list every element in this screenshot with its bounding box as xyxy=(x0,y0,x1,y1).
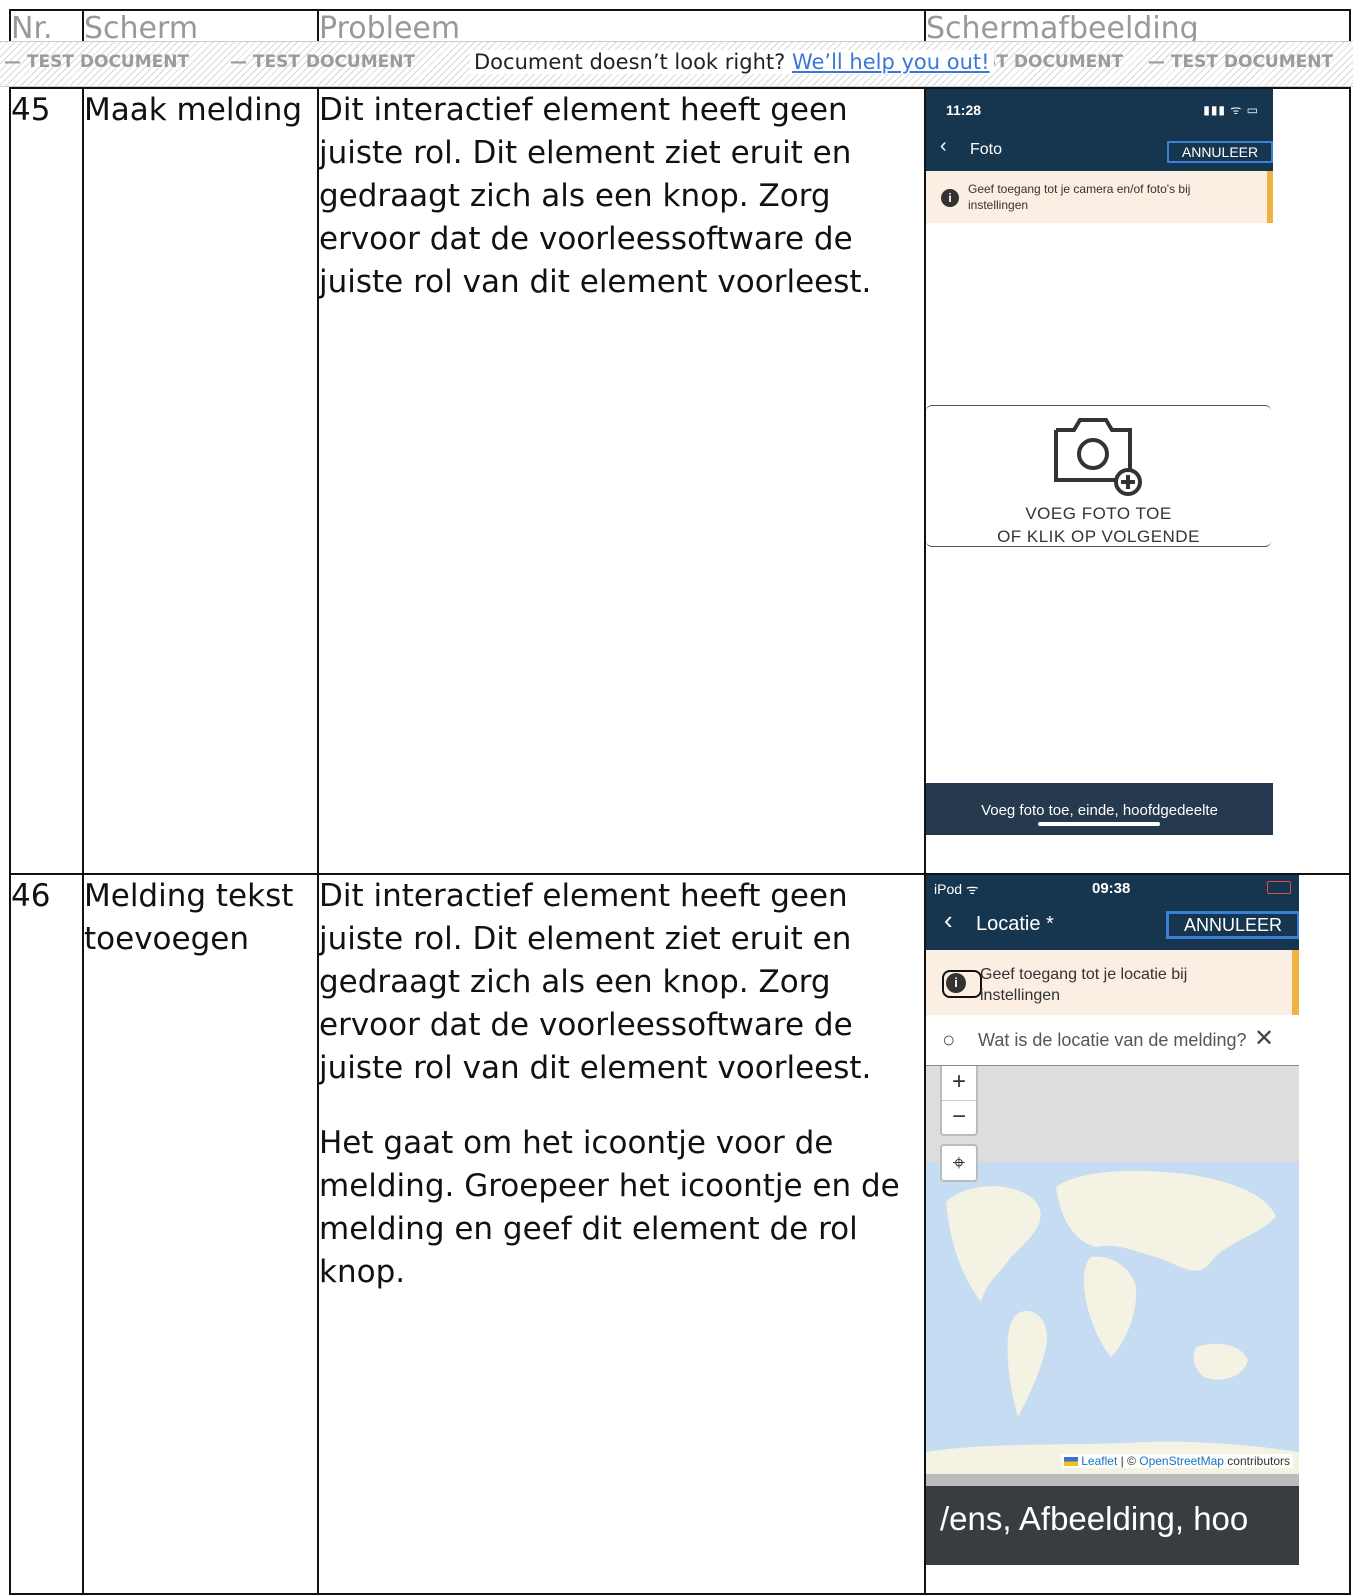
info-icon: i xyxy=(941,189,959,207)
osm-link: OpenStreetMap xyxy=(1139,1454,1224,1468)
watermark-label: — TEST DOCUMENT xyxy=(1148,52,1334,72)
leaflet-link: Leaflet xyxy=(1081,1454,1118,1468)
cancel-button: ANNULEER xyxy=(1167,141,1273,163)
screen-title: Locatie * xyxy=(976,913,1054,935)
watermark-help: Document doesn’t look right? We’ll help … xyxy=(470,50,994,74)
notice-text: Geef toegang tot je camera en/of foto's … xyxy=(968,182,1191,212)
chevron-left-icon: ‹ xyxy=(944,905,953,935)
row-problem: Dit interactief element heeft geen juist… xyxy=(317,873,926,1595)
info-icon: i xyxy=(942,970,982,998)
watermark-label: — TEST DOCUMENT xyxy=(4,52,190,72)
permission-notice: i Geef toegang tot je locatie bij instel… xyxy=(926,950,1299,1015)
status-time: 11:28 xyxy=(946,102,982,118)
map-tile-gray xyxy=(926,1066,1299,1162)
crosshair-icon: ⌖ xyxy=(940,1144,978,1182)
voiceover-caption: /ens, Afbeelding, hoo xyxy=(926,1486,1299,1565)
app-header: iPod ᯤ 09:38 ‹ Locatie * ANNULEER xyxy=(926,875,1299,950)
voiceover-caption: Voeg foto toe, einde, hoofdgedeelte xyxy=(926,783,1273,835)
add-photo-area: VOEG FOTO TOE OF KLIK OP VOLGENDE xyxy=(926,405,1271,547)
row-screenshot: 11:28 ▮▮▮ ᯤ ▭ ‹ Foto ANNULEER i Geef toe… xyxy=(924,87,1351,875)
chevron-left-icon: ‹ xyxy=(940,135,947,157)
row-screen: Maak melding xyxy=(82,87,319,875)
screenshot-foto: 11:28 ▮▮▮ ᯤ ▭ ‹ Foto ANNULEER i Geef toe… xyxy=(926,89,1273,839)
problem-paragraph: Dit interactief element heeft geen juist… xyxy=(319,92,872,300)
status-icons: ▮▮▮ ᯤ ▭ xyxy=(1203,103,1259,117)
accessibility-report-table: Nr. Scherm Probleem Schermafbeelding 45 … xyxy=(9,9,1351,1595)
close-icon: ✕ xyxy=(1254,1025,1275,1052)
table-row: 46 Melding tekst toevoegen Dit interacti… xyxy=(9,873,1351,1595)
world-map xyxy=(926,1170,1299,1496)
add-photo-label: VOEG FOTO TOE OF KLIK OP VOLGENDE xyxy=(997,504,1200,546)
cancel-button: ANNULEER xyxy=(1166,911,1299,939)
screenshot-locatie: iPod ᯤ 09:38 ‹ Locatie * ANNULEER i Geef… xyxy=(926,875,1299,1565)
zoom-in-button: + xyxy=(951,1068,966,1095)
row-problem: Dit interactief element heeft geen juist… xyxy=(317,87,926,875)
row-screen: Melding tekst toevoegen xyxy=(82,873,319,1595)
map-attribution: Leaflet | © OpenStreetMap contributors xyxy=(1061,1454,1293,1468)
location-search: ○ Wat is de locatie van de melding? ✕ xyxy=(926,1015,1299,1066)
problem-paragraph: Het gaat om het icoontje voor de melding… xyxy=(319,1125,900,1290)
permission-notice: i Geef toegang tot je camera en/of foto'… xyxy=(926,171,1273,223)
zoom-control: + − xyxy=(940,1066,978,1136)
help-link[interactable]: We’ll help you out! xyxy=(792,50,990,74)
zoom-out-button: − xyxy=(942,1100,976,1135)
battery-icon xyxy=(1267,881,1291,894)
ukraine-flag-icon xyxy=(1064,1457,1079,1467)
camera-plus-icon xyxy=(1054,418,1142,496)
watermark-label: — TEST DOCUMENT xyxy=(230,52,416,72)
table-row: 45 Maak melding Dit interactief element … xyxy=(9,87,1351,875)
problem-paragraph: Dit interactief element heeft geen juist… xyxy=(319,878,872,1086)
status-time: 09:38 xyxy=(1092,880,1131,897)
row-screenshot: iPod ᯤ 09:38 ‹ Locatie * ANNULEER i Geef… xyxy=(924,873,1351,1595)
row-number: 45 xyxy=(9,87,84,875)
search-placeholder: Wat is de locatie van de melding? xyxy=(978,1030,1247,1050)
screen-title: Foto xyxy=(970,141,1003,158)
map: + − ⌖ Leaflet | © OpenStreetMap contribu… xyxy=(926,1066,1299,1496)
search-icon: ○ xyxy=(942,1027,956,1052)
home-indicator xyxy=(1038,822,1160,826)
divider xyxy=(926,1474,1299,1486)
notice-text: Geef toegang tot je locatie bij instelli… xyxy=(980,966,1188,1004)
row-number: 46 xyxy=(9,873,84,1595)
device-label: iPod ᯤ xyxy=(934,881,979,897)
app-header: 11:28 ▮▮▮ ᯤ ▭ ‹ Foto ANNULEER xyxy=(926,89,1273,171)
